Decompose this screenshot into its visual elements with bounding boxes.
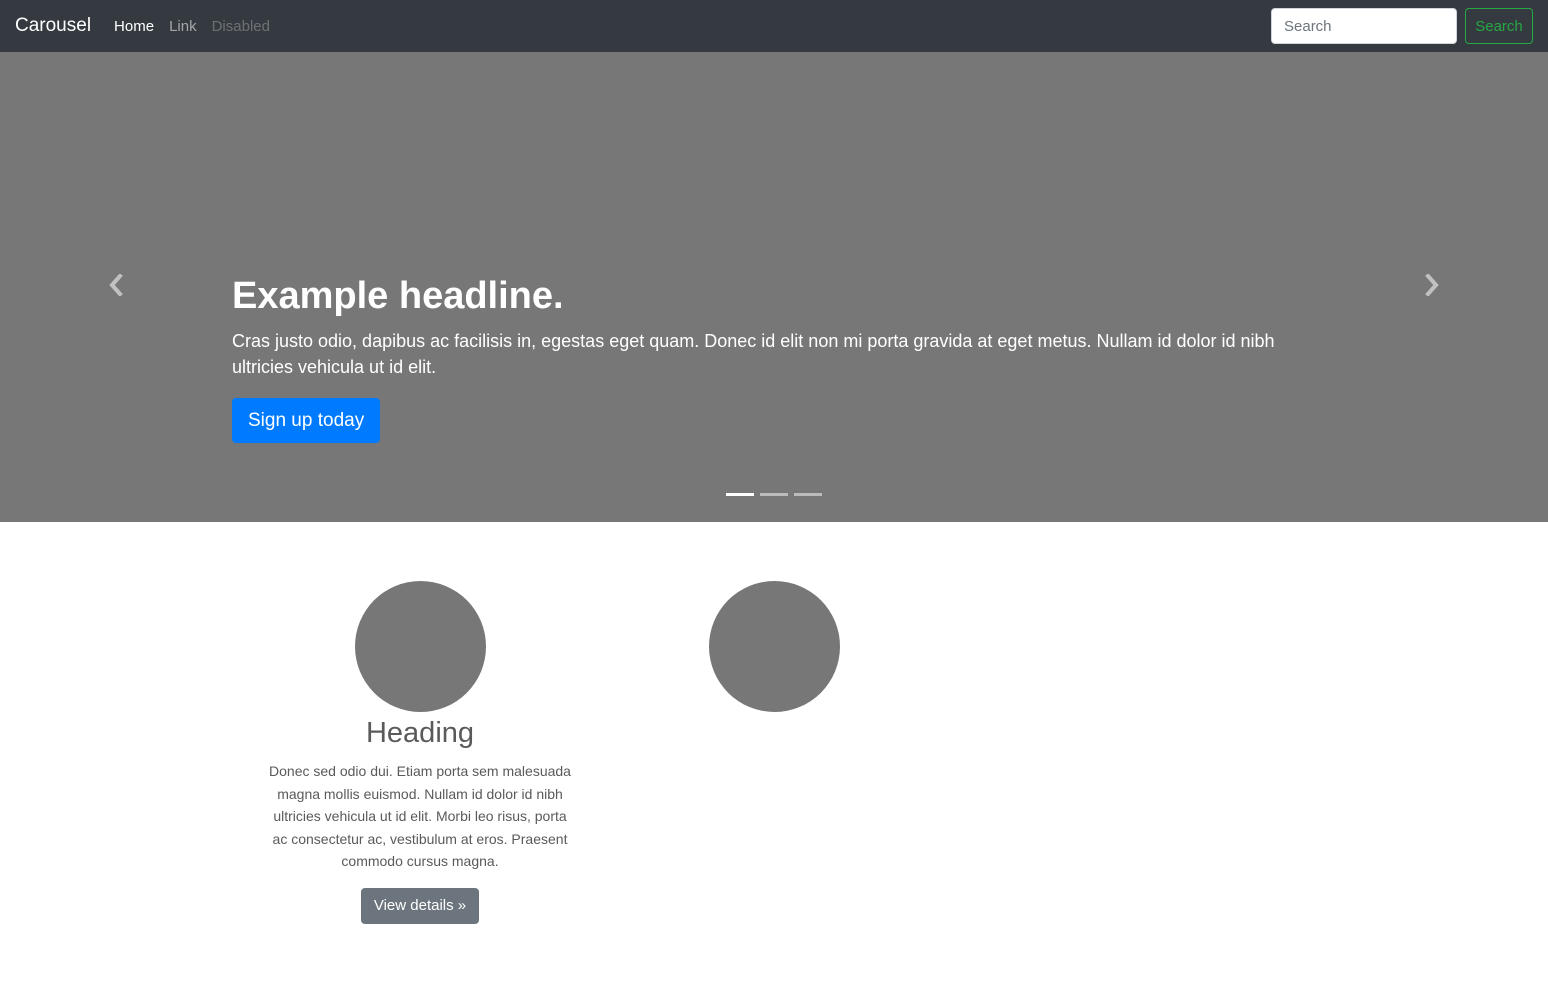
- marketing-column: [597, 581, 951, 712]
- carousel-next-button[interactable]: [1316, 52, 1548, 522]
- carousel-headline: Example headline.: [232, 275, 564, 317]
- column-heading: Heading: [365, 717, 475, 749]
- chevron-right-icon: [1424, 272, 1440, 301]
- nav-link-disabled: Disabled: [211, 17, 270, 35]
- carousel-prev-button[interactable]: [0, 52, 232, 522]
- carousel-indicator[interactable]: [794, 493, 822, 496]
- placeholder-avatar: [708, 581, 840, 712]
- top-navbar: Carousel Home Link Disabled Search: [0, 0, 1548, 52]
- search-button[interactable]: Search: [1465, 8, 1533, 44]
- view-details-button[interactable]: View details »: [360, 887, 480, 924]
- navbar-brand[interactable]: Carousel: [15, 15, 91, 37]
- nav-link-link[interactable]: Link: [169, 18, 197, 35]
- nav-links: Home Link Disabled: [114, 18, 285, 35]
- marketing-column: Heading Donec sed odio dui. Etiam porta …: [243, 581, 597, 924]
- carousel-caption: Example headline. Cras justo odio, dapib…: [232, 274, 1316, 443]
- placeholder-avatar: [354, 581, 486, 712]
- column-text: Donec sed odio dui. Etiam porta sem male…: [269, 763, 571, 869]
- search-form: Search: [1271, 8, 1533, 44]
- hero-carousel: Example headline. Cras justo odio, dapib…: [0, 52, 1548, 522]
- carousel-indicators: [0, 493, 1548, 496]
- carousel-indicator[interactable]: [726, 493, 754, 496]
- nav-link-home[interactable]: Home: [114, 18, 154, 35]
- carousel-indicator[interactable]: [760, 493, 788, 496]
- carousel-text: Cras justo odio, dapibus ac facilisis in…: [232, 330, 1275, 377]
- chevron-left-icon: [108, 272, 124, 301]
- search-input[interactable]: [1271, 8, 1457, 44]
- sign-up-button[interactable]: Sign up today: [232, 397, 381, 443]
